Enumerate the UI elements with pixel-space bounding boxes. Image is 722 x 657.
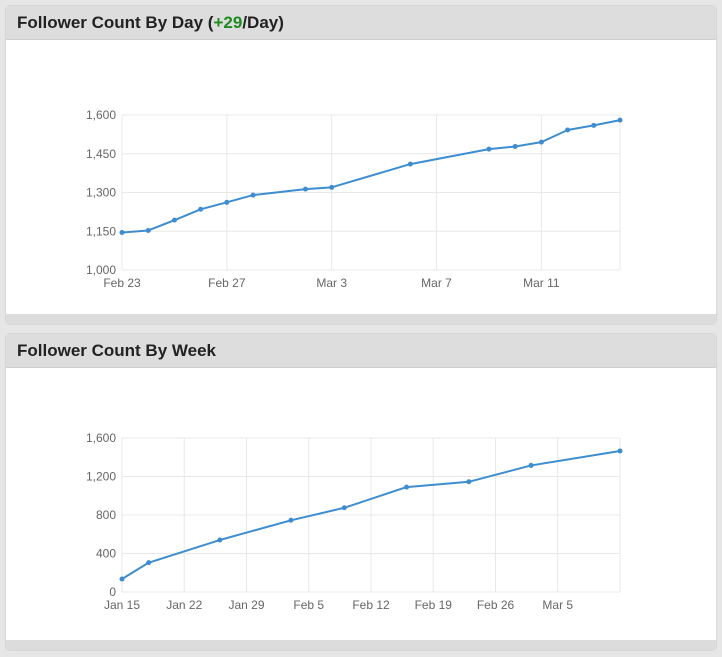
weekly-follower-chart: Jan 15 Jan 22 Jan 29 Feb 5 Feb 12 Feb 19 Feb 2…: [86, 431, 623, 612]
x-tick-label: Feb 5: [293, 598, 324, 612]
daily-growth-rate: +29: [213, 12, 243, 32]
data-point[interactable]: [486, 146, 492, 152]
y-tick-label: 800: [96, 508, 116, 522]
panel-title-text: Follower Count By Week: [17, 340, 216, 360]
y-tick-label: 1,600: [86, 431, 116, 445]
y-tick-label: 1,300: [86, 186, 116, 200]
data-point[interactable]: [145, 227, 151, 233]
data-point[interactable]: [146, 560, 152, 566]
data-point[interactable]: [404, 484, 410, 490]
x-tick-label: Feb 26: [477, 598, 515, 612]
data-point[interactable]: [224, 199, 230, 205]
y-tick-label: 400: [96, 547, 116, 561]
series-line: [121, 119, 621, 234]
x-tick-label: Feb 27: [208, 276, 246, 290]
panel-title-prefix: Follower Count By Day (: [17, 12, 214, 32]
data-point[interactable]: [565, 127, 571, 133]
panel-title-suffix: /Day): [242, 12, 284, 32]
x-tick-label: Feb 19: [415, 598, 453, 612]
x-tick-label: Jan 22: [166, 598, 202, 612]
daily-follower-panel: Follower Count By Day (+29/Day) Feb 23 Fe…: [6, 6, 716, 324]
x-tick-label: Mar 7: [421, 276, 452, 290]
x-tick-label: Jan 29: [228, 598, 264, 612]
x-tick-label: Feb 23: [103, 276, 141, 290]
daily-follower-chart: Feb 23 Feb 27 Mar 3 Mar 7 Mar 11 1,000 1,150 1,…: [86, 108, 623, 290]
x-tick-label: Feb 12: [352, 598, 390, 612]
x-tick-label: Mar 3: [316, 276, 347, 290]
y-tick-label: 1,600: [86, 108, 116, 122]
x-tick-label: Mar 5: [542, 598, 573, 612]
data-point[interactable]: [288, 517, 294, 523]
panel-title: Follower Count By Day (+29/Day): [6, 6, 716, 40]
y-tick-label: 1,150: [86, 224, 116, 238]
data-point[interactable]: [407, 161, 413, 167]
data-point[interactable]: [302, 186, 308, 192]
data-point[interactable]: [617, 117, 623, 123]
data-point[interactable]: [528, 462, 534, 468]
panel-footer: [6, 640, 716, 650]
data-point[interactable]: [466, 479, 472, 485]
y-tick-label: 1,200: [86, 470, 116, 484]
data-point[interactable]: [119, 576, 125, 582]
data-point[interactable]: [198, 206, 204, 212]
data-point[interactable]: [329, 184, 335, 190]
data-point[interactable]: [171, 217, 177, 223]
data-point[interactable]: [617, 448, 623, 454]
panel-title: Follower Count By Week: [6, 334, 716, 368]
x-tick-label: Mar 11: [523, 276, 560, 290]
panel-footer: [6, 314, 716, 324]
weekly-follower-panel: Follower Count By Week Jan 15 Jan 22 Jan 2…: [6, 334, 716, 650]
x-tick-label: Jan 15: [104, 598, 140, 612]
data-point[interactable]: [538, 139, 544, 145]
data-point[interactable]: [119, 230, 125, 236]
y-tick-label: 1,000: [86, 263, 116, 277]
data-point[interactable]: [591, 122, 597, 128]
data-point[interactable]: [341, 505, 347, 511]
data-point[interactable]: [217, 537, 223, 543]
data-point[interactable]: [250, 192, 256, 198]
y-tick-label: 1,450: [86, 147, 116, 161]
data-point[interactable]: [512, 144, 518, 150]
y-tick-label: 0: [109, 585, 116, 599]
